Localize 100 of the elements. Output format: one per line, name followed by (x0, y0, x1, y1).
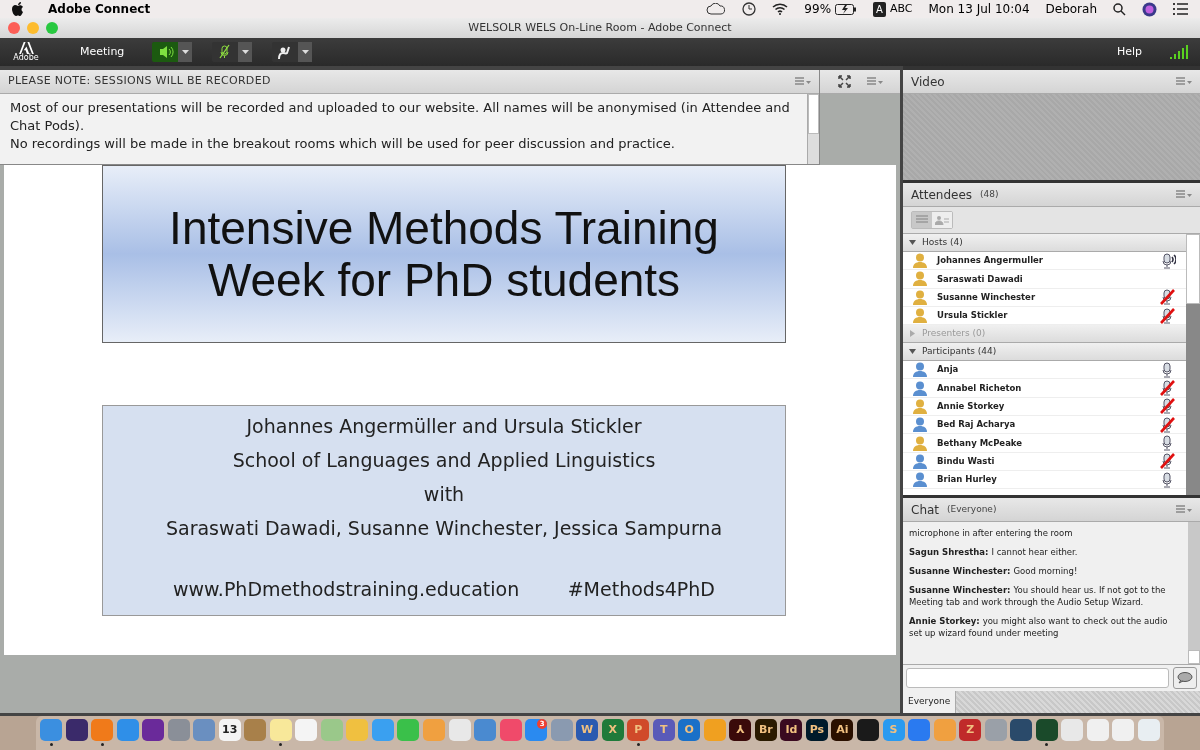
scrollbar[interactable] (1186, 234, 1200, 495)
attendee-name: Brian Hurley (937, 473, 998, 486)
close-button[interactable] (8, 22, 20, 34)
note-text: No recordings will be made in the breakout rooms which will be used for peer discussion and practice. (10, 135, 676, 153)
dock-app-icon[interactable]: 13 (218, 719, 241, 741)
pod-menu-icon[interactable] (866, 76, 883, 87)
slide-title: Intensive Methods Training (169, 202, 719, 254)
expanded-triangle-icon (909, 239, 916, 246)
attendee-row[interactable]: Bethany McPeake (903, 434, 1186, 453)
app-menu[interactable]: Adobe Connect (48, 0, 151, 18)
clock-text[interactable]: Mon 13 Jul 10:04 (928, 0, 1030, 18)
group-label: Hosts (4) (922, 235, 963, 249)
attendee-name: Annie Storkey (937, 400, 1006, 413)
dock-app-icon[interactable] (857, 719, 879, 741)
pod-count: (Everyone) (947, 502, 997, 516)
zoom-button[interactable] (46, 22, 58, 34)
slide-website: www.PhDmethodstraining.education (173, 577, 520, 602)
group-label: Participants (44) (922, 344, 997, 358)
microphone-button[interactable] (212, 42, 253, 62)
note-text: Most of our presentations will be recorded and uploaded to our website. All names will be anonymised (in Attendee and Chat Pods). (10, 99, 791, 135)
siri-icon[interactable] (1142, 1, 1157, 17)
battery-percentage: 99% (804, 1, 832, 18)
collapsed-triangle-icon (909, 330, 916, 338)
meeting-menu[interactable]: Meeting (80, 43, 125, 61)
group-label: Presenters (0) (922, 326, 986, 340)
dock-app-icon[interactable]: Id (780, 719, 803, 741)
slide-text: Saraswati Dawadi, Susanne Winchester, Jessica Sampurna (165, 516, 723, 541)
speaker-button[interactable] (152, 42, 193, 62)
attendee-name: Susanne Winchester (937, 290, 1037, 304)
chat-tab[interactable]: Everyone (903, 691, 957, 713)
minimize-button[interactable] (27, 22, 39, 34)
battery-icon[interactable] (835, 3, 858, 15)
attendee-name: Ursula Stickler (937, 309, 1009, 322)
clock-icon[interactable] (742, 2, 757, 16)
user-name[interactable]: Deborah (1045, 0, 1097, 18)
pod-title: PLEASE NOTE: SESSIONS WILL BE RECORDED (8, 73, 271, 90)
attendee-name: Johannes Angermuller (937, 254, 1045, 267)
dock-app-icon[interactable] (142, 719, 165, 741)
dock-app-icon[interactable]: Ai (831, 719, 854, 741)
pod-count: (48) (980, 187, 999, 201)
dock-app-icon[interactable]: ⅄ (729, 719, 752, 741)
scrollbar[interactable] (807, 94, 819, 164)
attendee-row[interactable]: Anja (903, 361, 1186, 380)
attendee-row[interactable]: Saraswati Dawadi (903, 270, 1186, 289)
dock-app-icon[interactable]: W (576, 719, 599, 741)
attendee-name: Bindu Wasti (937, 454, 996, 468)
chat-message: microphone in after entering the room (909, 527, 1074, 539)
group-header[interactable]: Hosts (4) (903, 234, 1186, 252)
attendee-row[interactable]: Johannes Angermuller (903, 252, 1186, 271)
caret-icon (181, 50, 189, 54)
apple-icon[interactable] (12, 2, 24, 16)
attendee-row[interactable]: Bed Raj Acharya (903, 416, 1186, 435)
attendee-row[interactable]: Annabel Richeton (903, 379, 1186, 398)
wifi-icon[interactable] (772, 3, 789, 15)
pod-title: Chat (911, 501, 940, 519)
raise-hand-button[interactable] (272, 42, 313, 62)
input-source-badge[interactable]: A (873, 1, 886, 17)
person-view-button[interactable] (932, 212, 952, 228)
attendee-name: Annabel Richeton (937, 381, 1023, 395)
pod-menu-icon[interactable] (795, 76, 811, 87)
chat-message: Susanne Winchester: You should hear us. If not got to the Meeting tab and work through the Audio Setup Wizard. (909, 584, 1167, 608)
slide-text: with (423, 482, 465, 507)
send-button[interactable] (1173, 667, 1197, 689)
fullscreen-icon[interactable] (837, 75, 851, 88)
dock-app-icon[interactable] (1010, 719, 1033, 741)
slide-title: Week for PhD students (207, 254, 681, 306)
help-menu[interactable]: Help (1116, 43, 1142, 61)
caret-icon (241, 50, 249, 54)
speech-bubble-icon (1177, 672, 1193, 684)
pod-menu-icon[interactable] (1176, 189, 1192, 200)
dock-app-icon[interactable]: Br (754, 719, 777, 741)
caret-icon (301, 50, 309, 54)
dock-app-icon[interactable]: Ps (805, 719, 828, 741)
dock-app-icon[interactable]: T (652, 719, 675, 741)
expanded-triangle-icon (909, 348, 916, 356)
dock-app-icon[interactable] (1035, 719, 1058, 741)
slide-text: School of Languages and Applied Linguistics (232, 448, 656, 473)
list-view-icon (916, 215, 928, 225)
chat-input[interactable] (906, 668, 1169, 688)
cloud-icon[interactable] (706, 3, 727, 15)
chat-message: Susanne Winchester: Good morning! (909, 565, 1079, 577)
group-header[interactable]: Participants (44) (903, 343, 1186, 362)
search-icon[interactable] (1113, 2, 1126, 16)
list-icon[interactable] (1173, 3, 1188, 15)
attendee-name: Bed Raj Acharya (937, 418, 1017, 432)
pod-menu-icon[interactable] (1176, 504, 1192, 515)
pod-title: Attendees (911, 186, 973, 204)
scrollbar[interactable] (1188, 522, 1200, 664)
attendee-name: Anja (937, 363, 960, 377)
attendee-name: Saraswati Dawadi (937, 272, 1024, 286)
person-list-icon (935, 215, 949, 225)
dock-app-icon[interactable] (65, 719, 88, 741)
chat-message: Annie Storkey: you might also want to check out the audio set up wizard found under meeting (909, 615, 1169, 639)
slide-text: Johannes Angermüller and Ursula Stickler (246, 414, 642, 439)
input-source-label: ABC (889, 0, 913, 17)
pod-menu-icon[interactable] (1176, 76, 1192, 87)
adobe-logo-icon (18, 42, 34, 54)
slide-hashtag: #Methods4PhD (567, 577, 715, 602)
chat-message: Sagun Shrestha: I cannot hear either. (909, 546, 1079, 558)
list-view-button[interactable] (912, 212, 932, 228)
